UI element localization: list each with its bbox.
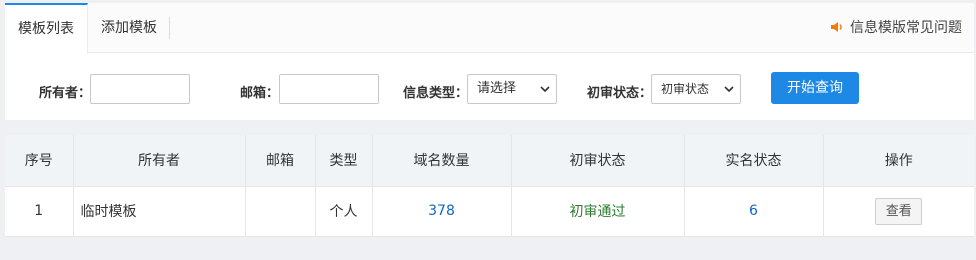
filter-row: 所有者： 邮箱： 信息类型： 请选择 初审状态： 初审状态 开始查询	[5, 54, 974, 120]
start-query-button[interactable]: 开始查询	[771, 72, 859, 104]
cell-domain-count[interactable]: 378	[372, 185, 512, 237]
owner-label: 所有者：	[39, 86, 92, 101]
chevron-down-icon	[724, 86, 734, 93]
tab-divider	[169, 17, 170, 39]
tab-add-template[interactable]: 添加模板	[88, 3, 170, 53]
tab-template-list[interactable]: 模板列表	[5, 3, 88, 54]
email-label: 邮箱：	[240, 86, 280, 101]
cell-owner: 临时模板	[73, 185, 246, 237]
template-table: 序号 所有者 邮箱 类型 域名数量 初审状态 实名状态 操作 1 临时模板 个人…	[5, 135, 974, 237]
review-label: 初审状态：	[587, 86, 653, 101]
header-owner: 所有者	[73, 135, 246, 186]
view-button[interactable]: 查看	[875, 197, 923, 225]
cell-action: 查看	[823, 185, 974, 237]
header-review-status: 初审状态	[511, 135, 685, 186]
header-email: 邮箱	[245, 135, 316, 186]
cell-realname-status[interactable]: 6	[684, 185, 824, 237]
header-action: 操作	[823, 135, 974, 186]
speaker-icon	[831, 22, 842, 32]
table-row: 1 临时模板 个人 378 初审通过 6 查看	[5, 185, 974, 237]
email-input[interactable]	[279, 74, 379, 104]
table-header-row: 序号 所有者 邮箱 类型 域名数量 初审状态 实名状态 操作	[5, 135, 974, 186]
type-select[interactable]: 请选择	[467, 74, 557, 104]
cell-review-status: 初审通过	[511, 185, 685, 237]
chevron-down-icon	[540, 86, 550, 93]
cell-type: 个人	[315, 185, 373, 237]
header-domain-count: 域名数量	[372, 135, 512, 186]
header-type: 类型	[315, 135, 373, 186]
header-realname-status: 实名状态	[684, 135, 824, 186]
type-label: 信息类型：	[403, 86, 469, 101]
header-index: 序号	[5, 135, 74, 186]
review-select-value: 初审状态	[661, 82, 710, 96]
owner-input[interactable]	[90, 74, 190, 104]
type-select-value: 请选择	[477, 81, 517, 96]
filter-panel: 模板列表 添加模板 信息模版常见问题 所有者： 邮箱： 信息类型： 请选择 初审…	[5, 3, 974, 120]
help-link[interactable]: 信息模版常见问题	[830, 3, 962, 53]
review-select[interactable]: 初审状态	[651, 74, 741, 104]
cell-email	[245, 185, 316, 237]
help-link-label: 信息模版常见问题	[850, 20, 962, 36]
cell-index: 1	[5, 185, 74, 237]
tab-bar: 模板列表 添加模板 信息模版常见问题	[5, 3, 974, 54]
